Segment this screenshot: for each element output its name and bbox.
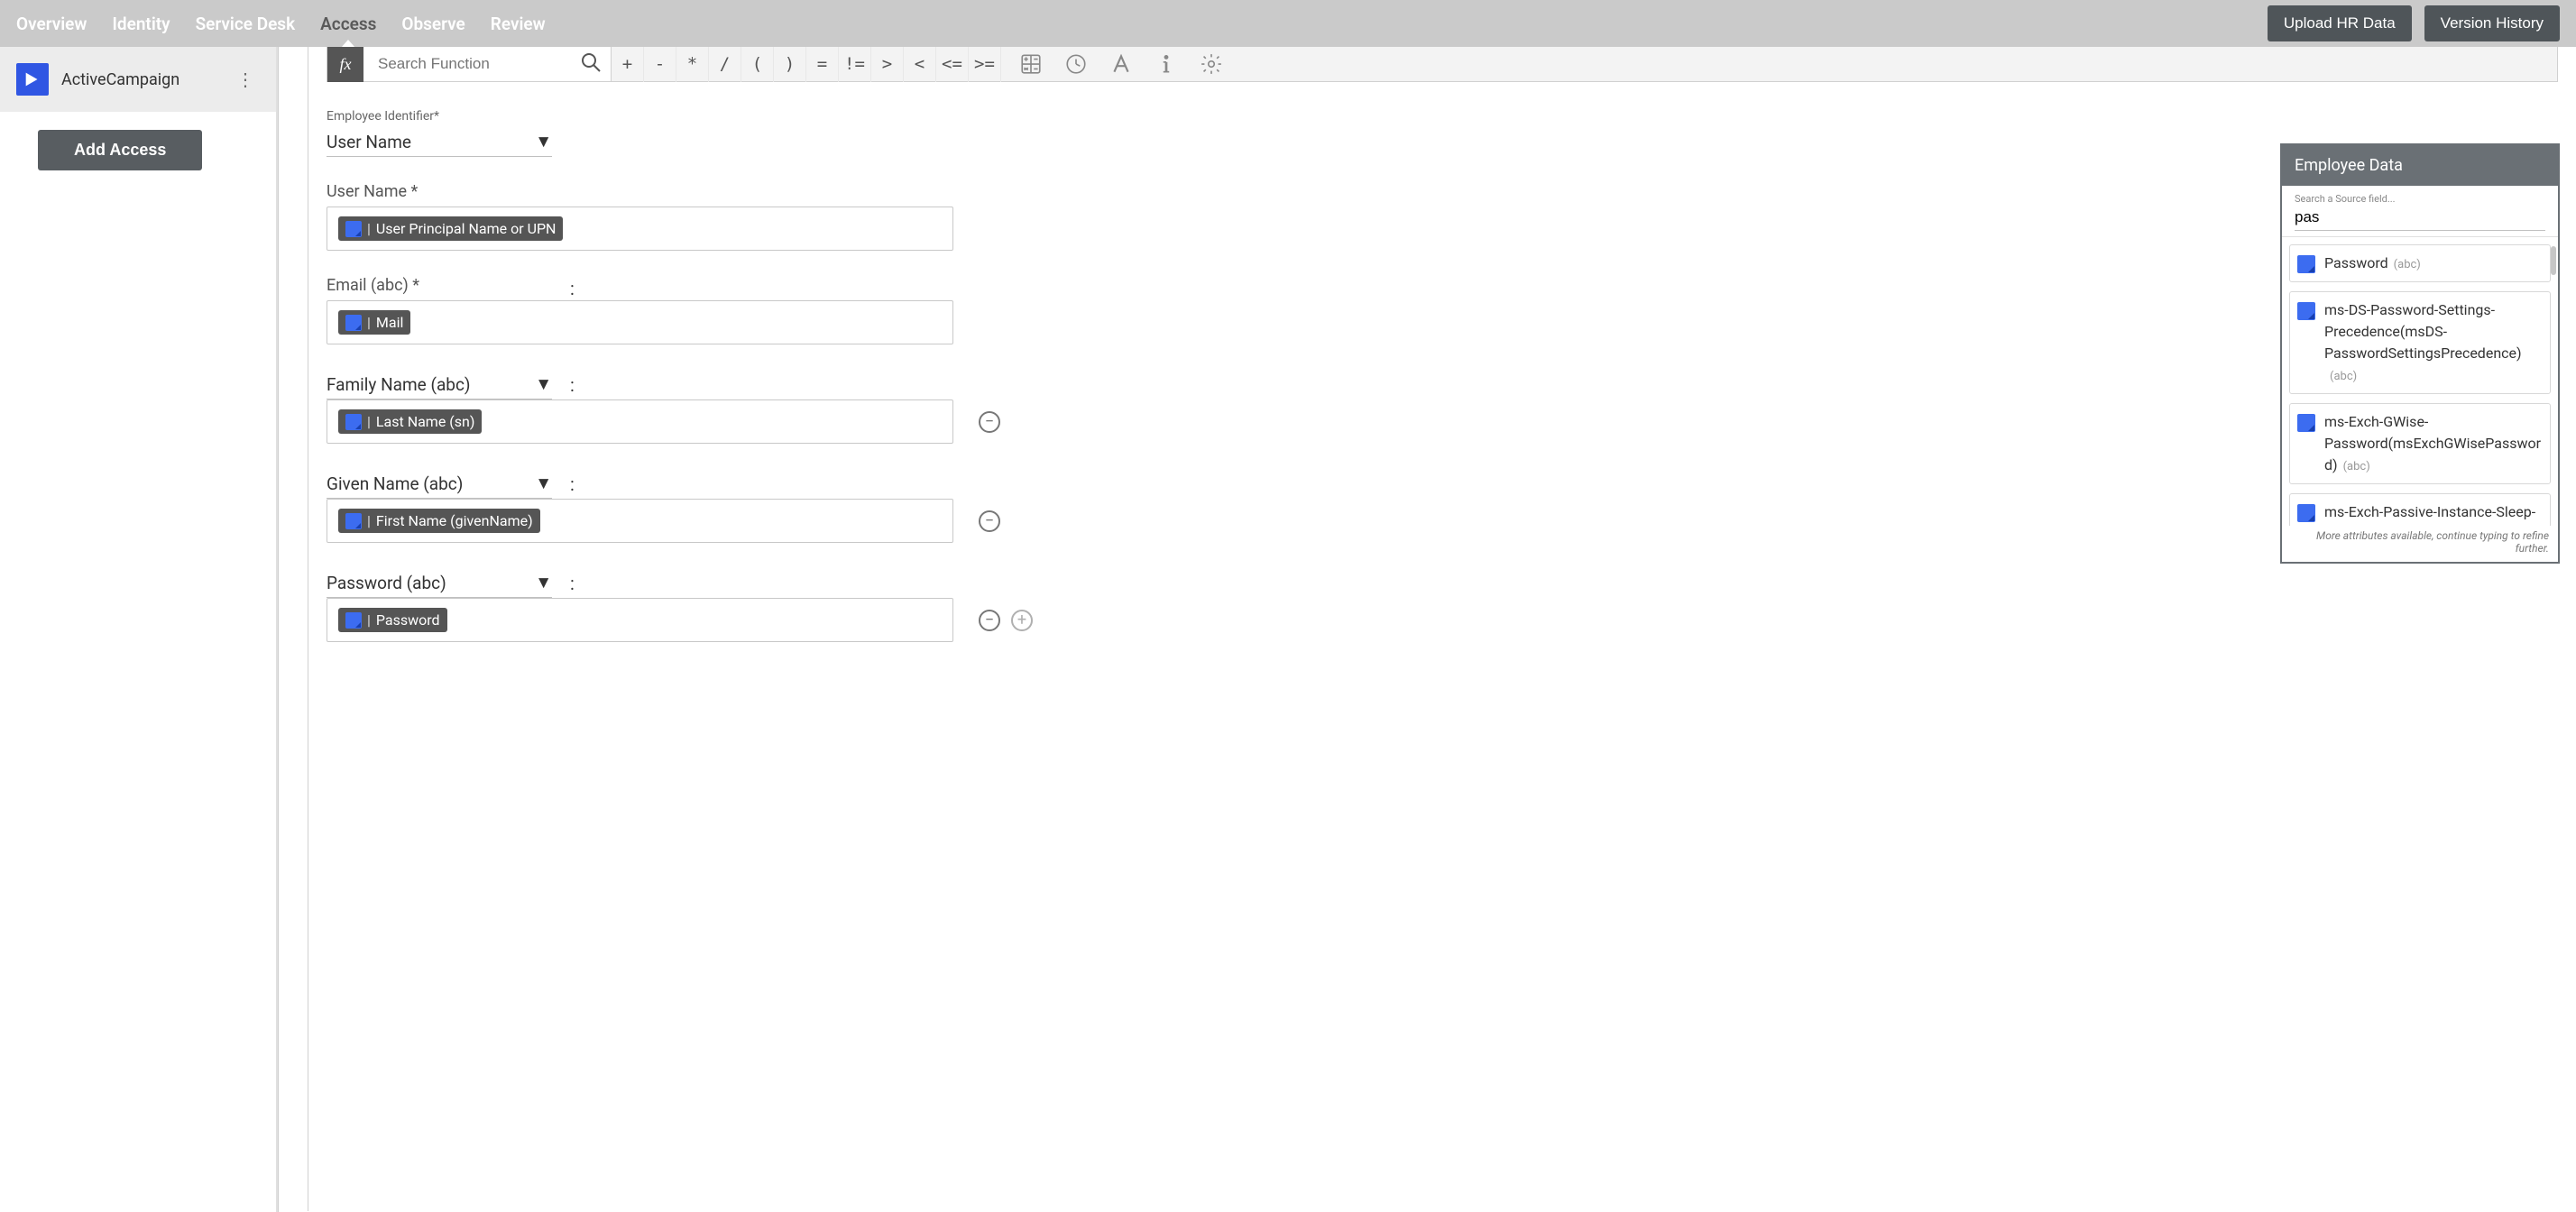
family-name-block: Family Name (abc)▼ : |Last Name (sn) −	[327, 370, 2558, 444]
op-plus[interactable]: +	[612, 47, 644, 82]
employee-id-value: User Name	[327, 132, 411, 152]
scrollbar-thumb[interactable]	[2551, 246, 2556, 275]
email-label: Email (abc) *	[327, 276, 552, 295]
nav-tabs: Overview Identity Service Desk Access Ob…	[16, 1, 2268, 47]
email-chip[interactable]: |Mail	[338, 310, 410, 335]
text-icon[interactable]	[1099, 47, 1144, 82]
op-multiply[interactable]: *	[676, 47, 709, 82]
nav-tab-overview[interactable]: Overview	[16, 1, 87, 47]
source-icon	[2297, 414, 2315, 432]
toolbar-icons	[1008, 47, 1234, 82]
source-icon	[345, 612, 362, 629]
search-icon[interactable]	[571, 51, 611, 77]
nav-tab-identity[interactable]: Identity	[112, 1, 170, 47]
nav-tab-observe[interactable]: Observe	[401, 1, 465, 47]
chevron-down-icon: ▼	[535, 131, 552, 152]
calc-icon[interactable]	[1008, 47, 1053, 82]
top-buttons: Upload HR Data Version History	[2268, 5, 2560, 41]
add-row-button[interactable]: +	[1011, 610, 1033, 631]
op-lt[interactable]: <	[904, 47, 936, 82]
email-block: Email (abc) * : |Mail	[327, 276, 2558, 344]
colon: :	[570, 374, 575, 396]
panel-footer-hint: More attributes available, continue typi…	[2282, 526, 2558, 562]
remove-row-button[interactable]: −	[979, 510, 1000, 532]
email-input[interactable]: |Mail	[327, 300, 953, 344]
op-lparen[interactable]: (	[741, 47, 774, 82]
employee-identifier-block: Employee Identifier* User Name ▼	[327, 109, 2558, 157]
employee-id-select[interactable]: User Name ▼	[327, 127, 552, 157]
formula-bar: fx + - * / ( ) = != > <	[327, 47, 2558, 82]
colon: :	[570, 473, 575, 495]
top-navbar: Overview Identity Service Desk Access Ob…	[0, 0, 2576, 47]
panel-result-item[interactable]: ms-DS-Password-Settings-Precedence(msDS-…	[2289, 291, 2551, 394]
password-block: Password (abc)▼ : |Password − +	[327, 568, 2558, 642]
chevron-down-icon: ▼	[535, 473, 552, 494]
panel-search-input[interactable]	[2295, 205, 2545, 231]
chevron-down-icon: ▼	[535, 572, 552, 593]
family-name-select[interactable]: Family Name (abc)▼	[327, 370, 552, 399]
source-icon	[345, 414, 362, 430]
password-chip[interactable]: |Password	[338, 608, 447, 632]
given-name-input[interactable]: |First Name (givenName)	[327, 499, 953, 543]
source-icon	[345, 513, 362, 529]
panel-result-item[interactable]: Password(abc)	[2289, 244, 2551, 282]
op-lte[interactable]: <=	[936, 47, 969, 82]
source-icon	[345, 221, 362, 237]
add-access-button[interactable]: Add Access	[38, 130, 202, 170]
op-rparen[interactable]: )	[774, 47, 806, 82]
sidebar-app-name: ActiveCampaign	[61, 70, 218, 89]
given-name-select[interactable]: Given Name (abc)▼	[327, 469, 552, 499]
source-icon	[2297, 504, 2315, 522]
remove-row-button[interactable]: −	[979, 411, 1000, 433]
employee-id-label: Employee Identifier*	[327, 109, 2558, 124]
panel-result-item[interactable]: ms-Exch-Passive-Instance-Sleep-Interval(…	[2289, 493, 2551, 526]
version-history-button[interactable]: Version History	[2424, 5, 2560, 41]
mapping-form: Employee Identifier* User Name ▼ User Na…	[327, 82, 2558, 694]
activecampaign-icon	[16, 63, 49, 96]
source-icon	[345, 315, 362, 331]
panel-title: Employee Data	[2282, 145, 2558, 186]
search-function-wrap	[363, 47, 612, 81]
search-function-input[interactable]	[363, 47, 571, 81]
employee-data-panel: Employee Data Search a Source field... P…	[2280, 143, 2560, 564]
username-input[interactable]: |User Principal Name or UPN	[327, 207, 953, 251]
gear-icon[interactable]	[1189, 47, 1234, 82]
op-neq[interactable]: !=	[839, 47, 871, 82]
remove-row-button[interactable]: −	[979, 610, 1000, 631]
fx-icon[interactable]: fx	[327, 47, 363, 82]
info-icon[interactable]	[1144, 47, 1189, 82]
main-panel: fx + - * / ( ) = != > <	[278, 47, 2576, 1212]
sidebar: ActiveCampaign ⋮ Add Access	[0, 47, 278, 1212]
colon: :	[570, 573, 575, 594]
panel-results-list[interactable]: Password(abc) ms-DS-Password-Settings-Pr…	[2282, 237, 2558, 526]
op-minus[interactable]: -	[644, 47, 676, 82]
username-chip[interactable]: |User Principal Name or UPN	[338, 216, 563, 241]
nav-tab-review[interactable]: Review	[491, 1, 546, 47]
colon: :	[570, 278, 575, 299]
op-eq[interactable]: =	[806, 47, 839, 82]
kebab-menu-icon[interactable]: ⋮	[231, 69, 260, 90]
username-block: User Name * |User Principal Name or UPN	[327, 182, 2558, 251]
sidebar-app-item[interactable]: ActiveCampaign ⋮	[0, 47, 276, 112]
clock-icon[interactable]	[1053, 47, 1099, 82]
panel-search-label: Search a Source field...	[2295, 193, 2545, 205]
chevron-down-icon: ▼	[535, 373, 552, 395]
op-gte[interactable]: >=	[969, 47, 1001, 82]
nav-tab-service-desk[interactable]: Service Desk	[196, 1, 296, 47]
family-name-input[interactable]: |Last Name (sn)	[327, 399, 953, 444]
panel-result-item[interactable]: ms-Exch-GWise-Password(msExchGWisePasswo…	[2289, 403, 2551, 484]
upload-hr-data-button[interactable]: Upload HR Data	[2268, 5, 2412, 41]
nav-tab-access[interactable]: Access	[320, 1, 376, 47]
operator-bar: + - * / ( ) = != > < <= >=	[612, 47, 1001, 82]
password-input[interactable]: |Password	[327, 598, 953, 642]
op-divide[interactable]: /	[709, 47, 741, 82]
source-icon	[2297, 255, 2315, 273]
source-icon	[2297, 302, 2315, 320]
given-name-block: Given Name (abc)▼ : |First Name (givenNa…	[327, 469, 2558, 543]
username-label: User Name *	[327, 182, 2558, 201]
op-gt[interactable]: >	[871, 47, 904, 82]
password-select[interactable]: Password (abc)▼	[327, 568, 552, 598]
family-chip[interactable]: |Last Name (sn)	[338, 409, 482, 434]
given-chip[interactable]: |First Name (givenName)	[338, 509, 540, 533]
